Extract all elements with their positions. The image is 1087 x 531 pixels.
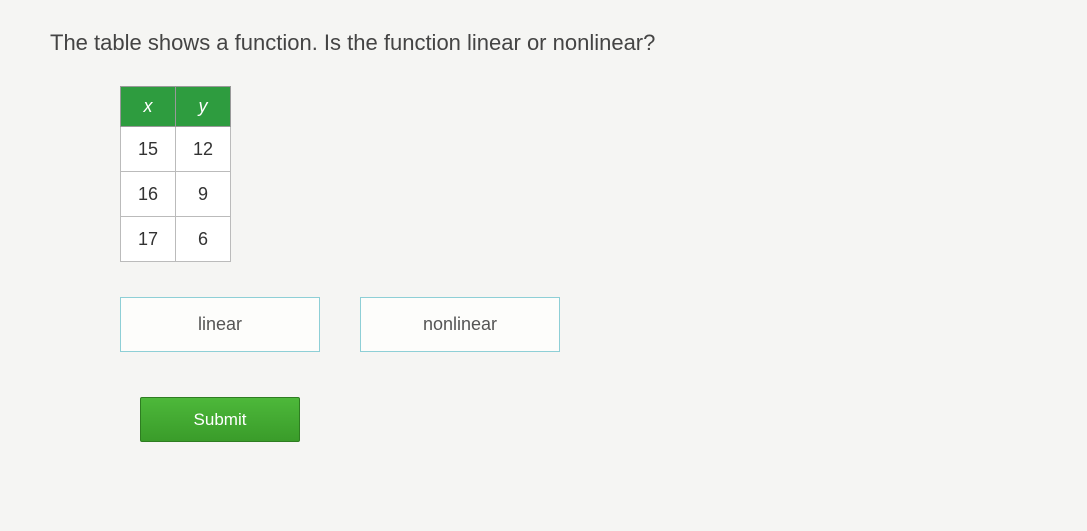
function-table: x y 15 12 16 9 17 6 xyxy=(120,86,231,262)
table-cell-y: 9 xyxy=(176,172,231,217)
question-text: The table shows a function. Is the funct… xyxy=(50,30,1037,56)
table-header-y: y xyxy=(176,87,231,127)
table-cell-y: 12 xyxy=(176,127,231,172)
table-cell-y: 6 xyxy=(176,217,231,262)
table-header-x: x xyxy=(121,87,176,127)
table-row: 16 9 xyxy=(121,172,231,217)
table-cell-x: 15 xyxy=(121,127,176,172)
linear-button[interactable]: linear xyxy=(120,297,320,352)
answer-options: linear nonlinear xyxy=(120,297,1037,352)
nonlinear-button[interactable]: nonlinear xyxy=(360,297,560,352)
submit-button[interactable]: Submit xyxy=(140,397,300,442)
table-cell-x: 17 xyxy=(121,217,176,262)
table-row: 17 6 xyxy=(121,217,231,262)
table-cell-x: 16 xyxy=(121,172,176,217)
table-row: 15 12 xyxy=(121,127,231,172)
